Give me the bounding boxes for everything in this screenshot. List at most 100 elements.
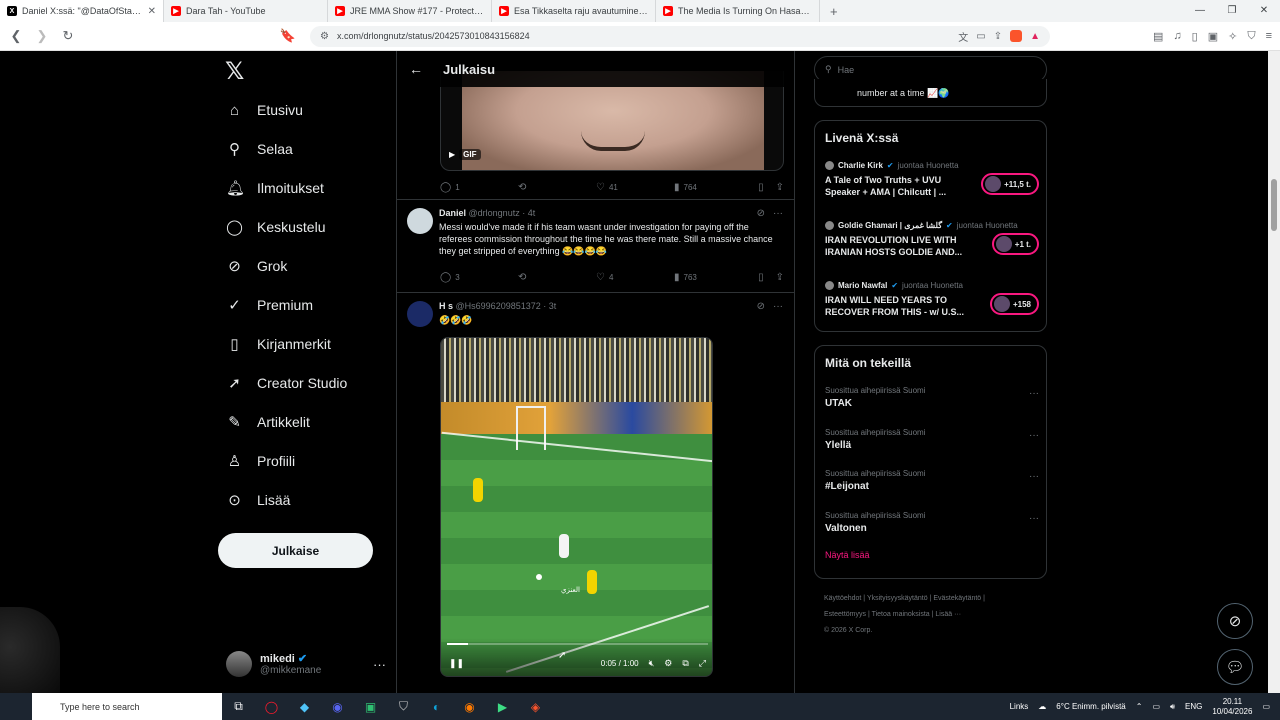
brave-rewards-icon[interactable]: ▲ [1030, 31, 1040, 42]
listener-pill[interactable]: +1 t. [991, 233, 1039, 255]
page-scrollbar[interactable] [1268, 51, 1280, 693]
bookmark-page-icon[interactable]: 🔖 [278, 28, 298, 44]
mute-icon[interactable]: 🔇︎ [649, 658, 655, 669]
sidebar-item-articles[interactable]: ✎ Artikkelit [226, 410, 310, 434]
reload-icon[interactable]: ↻ [58, 28, 78, 44]
wallet-icon[interactable]: ▣ [1208, 30, 1218, 43]
sidebar-item-explore[interactable]: ⚲ Selaa [226, 137, 293, 161]
vpn-icon[interactable]: ⛉ [1247, 30, 1255, 43]
sidebar-item-grok[interactable]: ⊘ Grok [226, 254, 287, 278]
reply-button[interactable]: ◯ 3 [440, 272, 518, 283]
discord-icon[interactable]: ◉ [321, 700, 354, 714]
x-logo-icon[interactable]: 𝕏 [225, 57, 244, 85]
live-space-item[interactable]: Goldie Ghamari | گلشا غمری ✔ juontaa Huone… [825, 221, 1039, 258]
share-icon[interactable]: ⇪ [994, 31, 1002, 42]
chat-fab-button[interactable]: 💬︎ [1217, 649, 1253, 685]
listener-pill[interactable]: +158 [989, 293, 1039, 315]
ai-icon[interactable]: ✧ [1228, 30, 1237, 43]
chevron-up-icon[interactable]: ⌃ [1136, 702, 1143, 711]
security-app-icon[interactable]: ⛉ [387, 699, 420, 714]
play-store-icon[interactable]: ▶ [486, 700, 519, 714]
edge-icon[interactable]: ◐ [420, 700, 453, 714]
new-tab-button[interactable]: + [820, 4, 848, 19]
sidebar-item-bookmarks[interactable]: ▯ Kirjanmerkit [226, 332, 331, 356]
trend-item[interactable]: Suosittua aihepiirissä Suomi #Leijonat ·… [825, 469, 1039, 492]
app-icon[interactable]: ◆ [288, 700, 321, 714]
language-indicator[interactable]: ENG [1185, 702, 1202, 711]
cast-icon[interactable]: ▭ [976, 31, 985, 42]
sidebar-item-chat[interactable]: ◯ Keskustelu [226, 215, 325, 239]
back-arrow-icon[interactable]: ← [409, 61, 429, 77]
share-icon[interactable]: ⇪ [776, 272, 784, 283]
forward-icon[interactable]: ❯ [32, 28, 52, 44]
account-switcher[interactable]: mikedi ✔ @mikkemane ··· [226, 648, 386, 680]
more-icon[interactable]: ··· [1029, 513, 1039, 524]
close-tab-icon[interactable]: ✕ [148, 6, 156, 17]
author-handle[interactable]: @drlongnutz [469, 208, 520, 218]
network-icon[interactable]: ▭ [1152, 702, 1160, 711]
app-icon[interactable]: ▣ [354, 700, 387, 714]
task-view-icon[interactable]: ⧉ [222, 699, 255, 714]
more-icon[interactable]: ··· [773, 301, 783, 312]
address-bar[interactable]: ⚙ x.com/drlongnutz/status/20425730108431… [310, 25, 1050, 47]
sidebar-item-premium[interactable]: ✓ Premium [226, 293, 313, 317]
browser-tab[interactable]: ▶ Esa Tikkaselta raju avautuminen: "Ku [492, 0, 656, 22]
site-info-icon[interactable]: ⚙ [320, 31, 329, 42]
footer-line[interactable]: Käyttöehdot | Yksityisyyskäytäntö | Eväs… [824, 591, 1044, 607]
sidebar-item-profile[interactable]: ♙ Profiili [226, 449, 295, 473]
sidebar-item-home[interactable]: ⌂ Etusivu [226, 98, 303, 122]
reply-button[interactable]: ◯ 1 [440, 182, 518, 193]
views-button[interactable]: ▮ 763 [674, 272, 752, 283]
grok-icon[interactable]: ⊘ [757, 208, 765, 219]
brave-shields-icon[interactable] [1010, 30, 1023, 42]
more-options-icon[interactable]: ··· [373, 657, 386, 672]
taskbar-search-input[interactable]: Type here to search [32, 693, 222, 720]
grok-fab-button[interactable]: ⊘ [1217, 603, 1253, 639]
footer-line[interactable]: Esteettömyys | Tietoa mainoksista | Lisä… [824, 607, 1044, 623]
back-icon[interactable]: ❮ [6, 28, 26, 44]
avatar[interactable] [407, 208, 433, 234]
trend-item[interactable]: Suosittua aihepiirissä Suomi Ylellä ··· [825, 428, 1039, 451]
settings-icon[interactable]: ⚙ [664, 658, 672, 669]
sidebar-item-more[interactable]: ⊙ Lisää [226, 488, 290, 512]
like-button[interactable]: ♡ 4 [596, 272, 674, 283]
play-icon[interactable]: ▶ [449, 150, 455, 159]
close-window-icon[interactable]: ✕ [1248, 0, 1280, 22]
browser-tab[interactable]: ▶ JRE MMA Show #177 - Protect Yo [328, 0, 492, 22]
avatar[interactable] [407, 301, 433, 327]
weather-text[interactable]: 6°C Enimm. pilvistä [1056, 702, 1125, 711]
pip-icon[interactable]: ⧉ [682, 658, 688, 669]
restore-icon[interactable]: ❐ [1216, 0, 1248, 22]
like-button[interactable]: ♡ 41 [596, 182, 674, 193]
sidebar-item-notifications[interactable]: 🔔︎ Ilmoitukset [226, 176, 324, 200]
notification-icon[interactable]: ▭ [1262, 702, 1270, 711]
browser-tab[interactable]: X Daniel X:ssä: "@DataOfStats Real ✕ [0, 0, 164, 22]
share-icon[interactable]: ⇪ [776, 182, 784, 193]
minimize-icon[interactable]: — [1184, 0, 1216, 22]
scrollbar-thumb[interactable] [1271, 179, 1277, 231]
clock[interactable]: 20.11 10/04/2026 [1212, 697, 1252, 717]
grok-icon[interactable]: ⊘ [757, 301, 765, 312]
more-icon[interactable]: ··· [773, 208, 783, 219]
author-name[interactable]: H s [439, 301, 453, 311]
post-button[interactable]: Julkaise [218, 533, 373, 568]
repost-button[interactable]: ⟲ [518, 272, 596, 283]
sidebar-icon[interactable]: ▯ [1192, 30, 1198, 43]
browser-tab[interactable]: ▶ The Media Is Turning On Hasan Big T [656, 0, 820, 22]
sidebar-item-creator-studio[interactable]: ➚ Creator Studio [226, 371, 347, 395]
reader-icon[interactable]: ▤ [1153, 30, 1163, 43]
bookmark-icon[interactable]: ▯ [758, 272, 764, 283]
reply-post[interactable]: H s @Hs6996209851372 · 3t ⊘ ··· 🤣🤣🤣 [407, 301, 787, 331]
video-progress-bar[interactable] [447, 643, 708, 645]
firefox-icon[interactable]: ◉ [453, 700, 486, 714]
more-icon[interactable]: ··· [1029, 430, 1039, 441]
views-button[interactable]: ▮ 764 [674, 182, 752, 193]
more-icon[interactable]: ··· [1029, 471, 1039, 482]
menu-icon[interactable]: ≡ [1266, 30, 1272, 43]
repost-button[interactable]: ⟲ [518, 182, 596, 193]
author-handle[interactable]: @Hs6996209851372 [456, 301, 541, 311]
music-icon[interactable]: ♫ [1173, 30, 1181, 43]
bookmark-icon[interactable]: ▯ [758, 182, 764, 193]
translate-icon[interactable]: 文 [958, 29, 968, 44]
url-text[interactable]: x.com/drlongnutz/status/2042573010843156… [337, 31, 950, 41]
